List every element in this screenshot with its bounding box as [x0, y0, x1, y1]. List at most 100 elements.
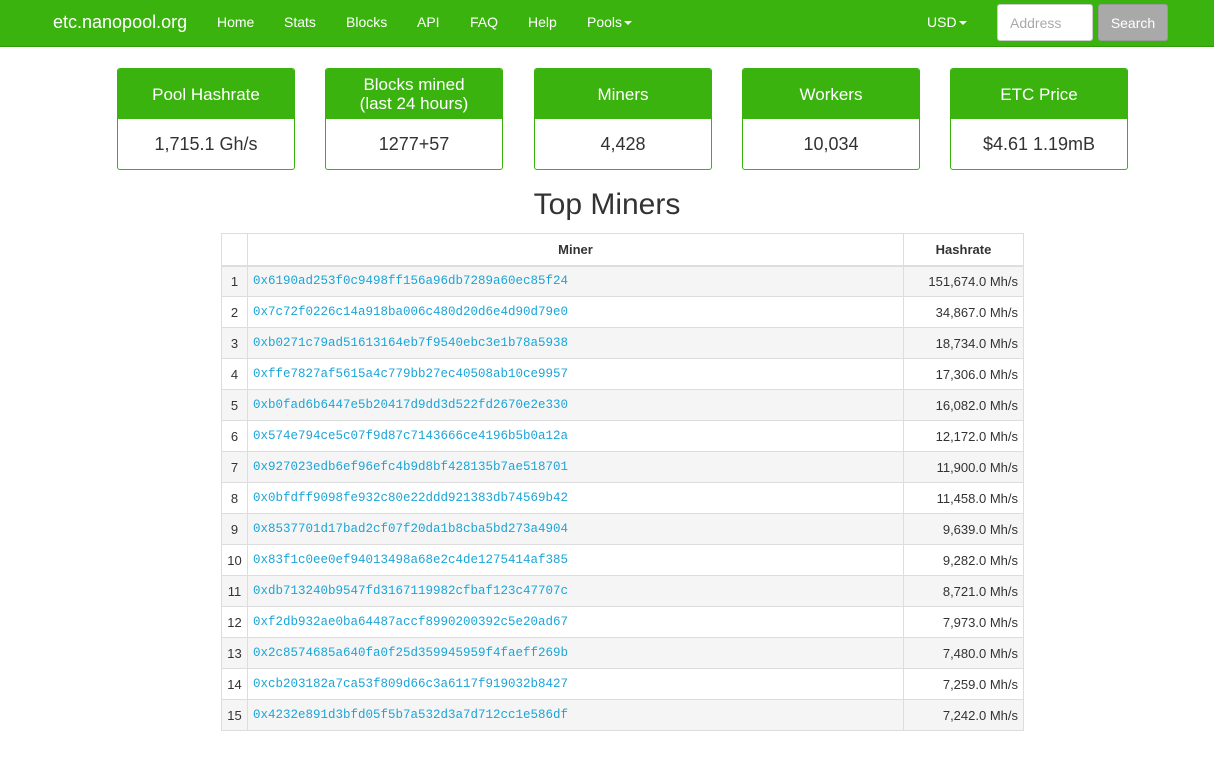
table-row: 4 0xffe7827af5615a4c779bb27ec40508ab10ce9… — [221, 358, 1024, 390]
hashrate-cell: 7,242.0 Mh/s — [903, 699, 1024, 731]
stat-value: 10,034 — [803, 134, 859, 154]
rank-cell: 13 — [221, 637, 248, 669]
rank-cell: 2 — [221, 296, 248, 328]
table-row: 12 0xf2db932ae0ba64487accf8990200392c5e20… — [221, 606, 1024, 638]
rank-cell: 9 — [221, 513, 248, 545]
miner-address-link[interactable]: 0x83f1c0ee0ef94013498a68e2c4de1275414af3… — [253, 553, 568, 567]
miner-address-link[interactable]: 0xcb203182a7ca53f809d66c3a6117f919032b84… — [253, 677, 568, 691]
miner-cell: 0xb0271c79ad51613164eb7f9540ebc3e1b78a59… — [247, 327, 904, 359]
hashrate-cell: 34,867.0 Mh/s — [903, 296, 1024, 328]
rank-cell: 5 — [221, 389, 248, 421]
stat-panel-workers: Workers 10,034 — [742, 68, 920, 170]
miner-cell: 0x927023edb6ef96efc4b9d8bf428135b7ae5187… — [247, 451, 904, 483]
hashrate-cell: 151,674.0 Mh/s — [903, 265, 1024, 297]
miner-cell: 0x4232e891d3bfd05f5b7a532d3a7d712cc1e586… — [247, 699, 904, 731]
brand-link[interactable]: etc.nanopool.org — [53, 12, 187, 33]
nav-help[interactable]: Help — [528, 14, 557, 30]
hashrate-cell: 7,480.0 Mh/s — [903, 637, 1024, 669]
hashrate-cell: 7,259.0 Mh/s — [903, 668, 1024, 700]
nav-pools-dropdown[interactable]: Pools — [587, 14, 633, 30]
nav-api[interactable]: API — [417, 14, 440, 30]
stat-label: Workers — [743, 69, 919, 119]
miner-cell: 0x574e794ce5c07f9d87c7143666ce4196b5b0a1… — [247, 420, 904, 452]
miner-address-link[interactable]: 0xb0fad6b6447e5b20417d9dd3d522fd2670e2e3… — [253, 398, 568, 412]
table-row: 8 0x0bfdff9098fe932c80e22ddd921383db74569… — [221, 482, 1024, 514]
nav-stats[interactable]: Stats — [284, 14, 316, 30]
miner-address-link[interactable]: 0xf2db932ae0ba64487accf8990200392c5e20ad… — [253, 615, 568, 629]
hashrate-cell: 16,082.0 Mh/s — [903, 389, 1024, 421]
miner-cell: 0xcb203182a7ca53f809d66c3a6117f919032b84… — [247, 668, 904, 700]
top-navbar: etc.nanopool.org Home Stats Blocks API F… — [0, 0, 1214, 47]
miner-cell: 0x2c8574685a640fa0f25d359945959f4faeff26… — [247, 637, 904, 669]
stat-panel-etc-price: ETC Price $4.61 1.19mB — [950, 68, 1128, 170]
stat-label: Pool Hashrate — [118, 69, 294, 119]
nav-faq[interactable]: FAQ — [470, 14, 498, 30]
rank-cell: 12 — [221, 606, 248, 638]
rank-cell: 8 — [221, 482, 248, 514]
miner-address-link[interactable]: 0x927023edb6ef96efc4b9d8bf428135b7ae5187… — [253, 460, 568, 474]
miner-address-link[interactable]: 0x574e794ce5c07f9d87c7143666ce4196b5b0a1… — [253, 429, 568, 443]
rank-cell: 14 — [221, 668, 248, 700]
column-header-rank — [221, 233, 248, 267]
miner-cell: 0xb0fad6b6447e5b20417d9dd3d522fd2670e2e3… — [247, 389, 904, 421]
hashrate-cell: 12,172.0 Mh/s — [903, 420, 1024, 452]
column-header-miner: Miner — [247, 233, 904, 267]
miner-address-link[interactable]: 0xb0271c79ad51613164eb7f9540ebc3e1b78a59… — [253, 336, 568, 350]
table-row: 3 0xb0271c79ad51613164eb7f9540ebc3e1b78a5… — [221, 327, 1024, 359]
stat-panel-blocks-mined: Blocks mined (last 24 hours) 1277+57 — [325, 68, 503, 170]
hashrate-cell: 9,639.0 Mh/s — [903, 513, 1024, 545]
stat-label: Miners — [535, 69, 711, 119]
rank-cell: 3 — [221, 327, 248, 359]
hashrate-cell: 11,458.0 Mh/s — [903, 482, 1024, 514]
miner-cell: 0xdb713240b9547fd3167119982cfbaf123c4770… — [247, 575, 904, 607]
rank-cell: 6 — [221, 420, 248, 452]
table-row: 6 0x574e794ce5c07f9d87c7143666ce4196b5b0a… — [221, 420, 1024, 452]
table-row: 7 0x927023edb6ef96efc4b9d8bf428135b7ae518… — [221, 451, 1024, 483]
table-row: 15 0x4232e891d3bfd05f5b7a532d3a7d712cc1e5… — [221, 699, 1024, 731]
hashrate-cell: 11,900.0 Mh/s — [903, 451, 1024, 483]
column-header-hashrate: Hashrate — [903, 233, 1024, 267]
rank-cell: 1 — [221, 265, 248, 297]
currency-dropdown[interactable]: USD — [927, 14, 967, 30]
stat-label-text: Blocks mined (last 24 hours) — [359, 75, 469, 113]
table-header-row: Miner Hashrate — [221, 233, 1024, 267]
stat-value: $4.61 1.19mB — [982, 134, 1096, 154]
miner-address-link[interactable]: 0x6190ad253f0c9498ff156a96db7289a60ec85f… — [253, 274, 568, 288]
miner-cell: 0x8537701d17bad2cf07f20da1b8cba5bd273a49… — [247, 513, 904, 545]
nav-pools-label: Pools — [587, 14, 623, 30]
rank-cell: 11 — [221, 575, 248, 607]
stat-value: 1,715.1 Gh/s — [154, 134, 258, 154]
rank-cell: 15 — [221, 699, 248, 731]
miner-address-link[interactable]: 0x7c72f0226c14a918ba006c480d20d6e4d90d79… — [253, 305, 568, 319]
hashrate-cell: 18,734.0 Mh/s — [903, 327, 1024, 359]
miner-address-link[interactable]: 0xdb713240b9547fd3167119982cfbaf123c4770… — [253, 584, 568, 598]
rank-cell: 4 — [221, 358, 248, 390]
hashrate-cell: 17,306.0 Mh/s — [903, 358, 1024, 390]
miner-address-link[interactable]: 0x0bfdff9098fe932c80e22ddd921383db74569b… — [253, 491, 568, 505]
table-row: 1 0x6190ad253f0c9498ff156a96db7289a60ec85… — [221, 265, 1024, 297]
chevron-down-icon — [624, 21, 633, 26]
miner-cell: 0x7c72f0226c14a918ba006c480d20d6e4d90d79… — [247, 296, 904, 328]
table-row: 2 0x7c72f0226c14a918ba006c480d20d6e4d90d7… — [221, 296, 1024, 328]
top-miners-table: Miner Hashrate 1 0x6190ad253f0c9498ff156a… — [221, 233, 1024, 731]
miner-cell: 0x83f1c0ee0ef94013498a68e2c4de1275414af3… — [247, 544, 904, 576]
hashrate-cell: 8,721.0 Mh/s — [903, 575, 1024, 607]
currency-label: USD — [927, 14, 957, 30]
rank-cell: 10 — [221, 544, 248, 576]
miner-cell: 0xf2db932ae0ba64487accf8990200392c5e20ad… — [247, 606, 904, 638]
miner-cell: 0x6190ad253f0c9498ff156a96db7289a60ec85f… — [247, 265, 904, 297]
miner-address-link[interactable]: 0x2c8574685a640fa0f25d359945959f4faeff26… — [253, 646, 568, 660]
rank-cell: 7 — [221, 451, 248, 483]
stat-label: ETC Price — [951, 69, 1127, 119]
top-miners-title: Top Miners — [533, 188, 681, 221]
nav-home[interactable]: Home — [217, 14, 254, 30]
search-button[interactable]: Search — [1098, 4, 1168, 41]
miner-address-link[interactable]: 0x4232e891d3bfd05f5b7a532d3a7d712cc1e586… — [253, 708, 568, 722]
table-row: 14 0xcb203182a7ca53f809d66c3a6117f919032b… — [221, 668, 1024, 700]
miner-address-link[interactable]: 0x8537701d17bad2cf07f20da1b8cba5bd273a49… — [253, 522, 568, 536]
stat-value: 4,428 — [600, 134, 646, 154]
table-row: 13 0x2c8574685a640fa0f25d359945959f4faeff… — [221, 637, 1024, 669]
nav-blocks[interactable]: Blocks — [346, 14, 387, 30]
miner-address-link[interactable]: 0xffe7827af5615a4c779bb27ec40508ab10ce99… — [253, 367, 568, 381]
address-search-input[interactable] — [997, 4, 1093, 41]
